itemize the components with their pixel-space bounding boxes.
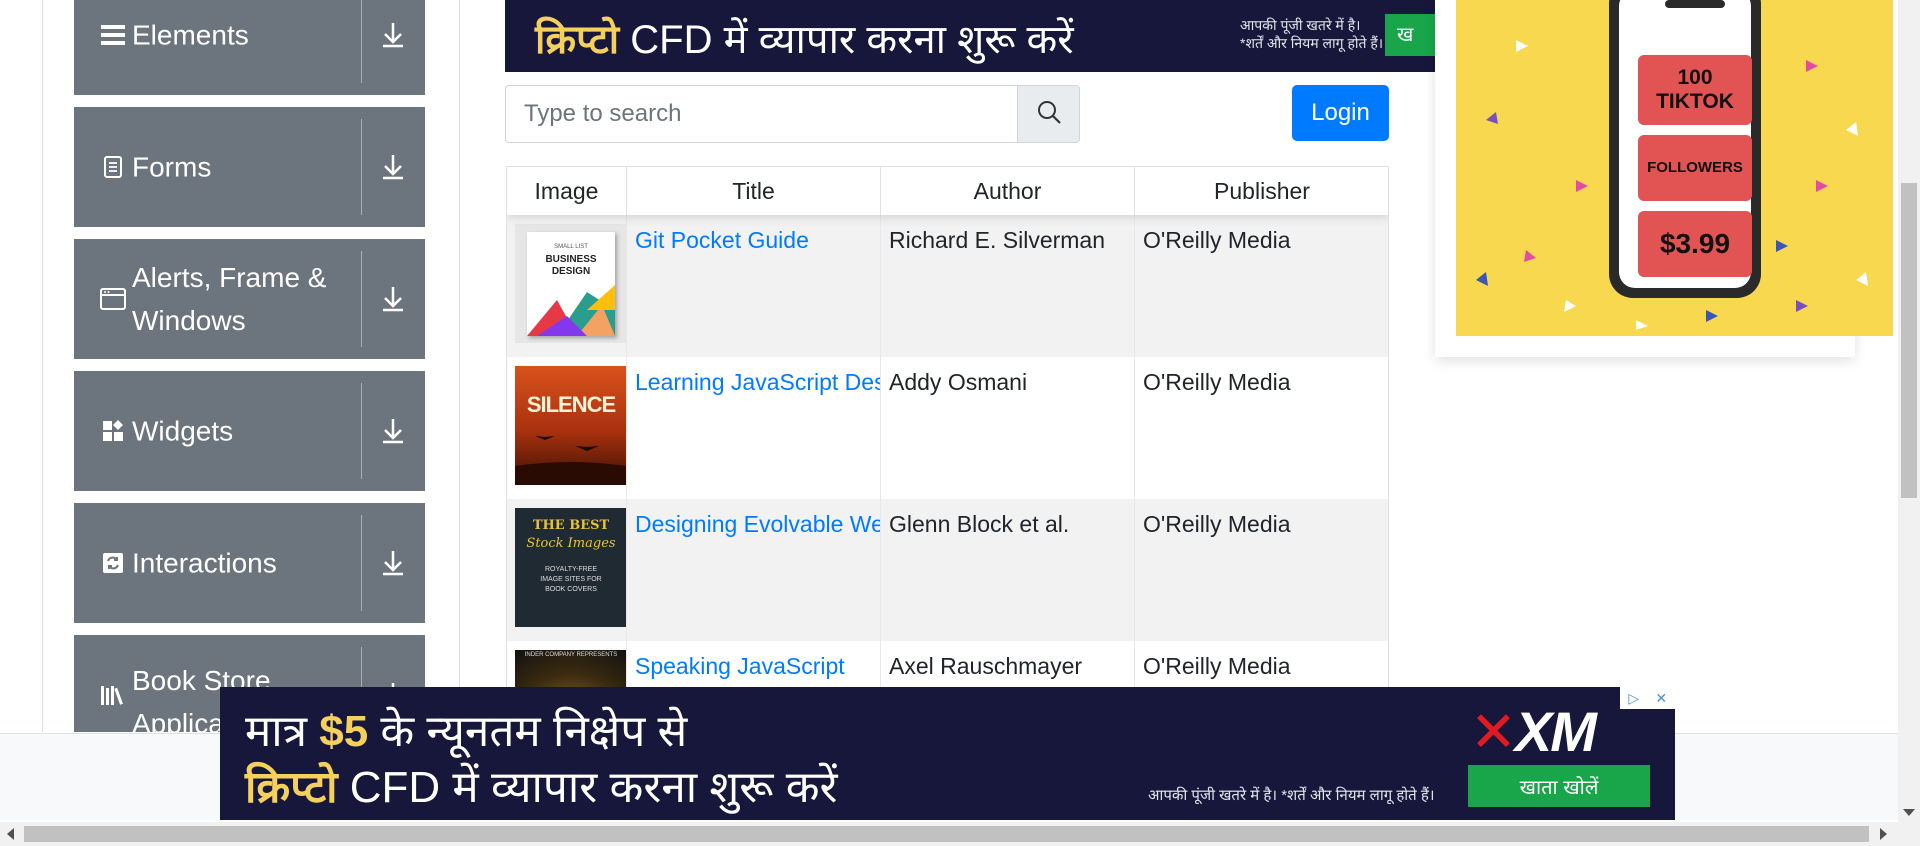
ad-disclaimer: आपकी पूंजी खतरे में है। *शर्तें और नियम … xyxy=(1240,17,1384,51)
book-author: Addy Osmani xyxy=(889,369,1028,395)
ad-box-price: $3.99 xyxy=(1638,211,1752,277)
group-separator xyxy=(361,383,362,479)
column-header-publisher[interactable]: Publisher xyxy=(1135,167,1388,215)
ad-disclaimer: आपकी पूंजी खतरे में है। *शर्तें और नियम … xyxy=(1148,787,1435,804)
table-row: SILENCE Learning JavaScript Design Patte… xyxy=(507,357,1388,499)
window-icon xyxy=(100,286,126,312)
interactions-icon xyxy=(100,550,126,576)
title-cell: Learning JavaScript Design Patterns xyxy=(627,357,881,499)
top-banner-ad[interactable]: क्रिप्टो CFD में व्यापार करना शुरू करें … xyxy=(505,0,1435,72)
group-separator xyxy=(361,0,362,83)
ad-headline-line1: मात्र $5 के न्यूनतम निक्षेप से xyxy=(245,707,688,756)
book-author: Richard E. Silverman xyxy=(889,227,1106,253)
scroll-right-icon[interactable] xyxy=(1880,828,1887,840)
book-title-link[interactable]: Learning JavaScript Design Patterns xyxy=(635,369,880,396)
book-cover-image[interactable]: THE BEST Stock Images ROYALTY-FREE IMAGE… xyxy=(515,508,626,627)
sidebar-group-widgets[interactable]: Widgets xyxy=(74,371,425,491)
ad-headline-line2: क्रिप्टो CFD में व्यापार करना शुरू करें xyxy=(245,763,838,812)
books-icon xyxy=(100,682,126,708)
sidebar-group-label: Forms xyxy=(132,151,212,183)
book-author: Axel Rauschmayer xyxy=(889,653,1083,679)
sidebar-group-label: Alerts, Frame & Windows xyxy=(132,262,327,336)
sidebar-group-elements[interactable]: Elements xyxy=(74,0,425,95)
column-header-title[interactable]: Title xyxy=(627,167,881,215)
author-cell: Richard E. Silverman xyxy=(881,215,1135,357)
download-icon[interactable] xyxy=(376,282,410,316)
open-account-button[interactable]: खाता खोलें xyxy=(1468,765,1650,807)
adchoices-icon[interactable]: ▷ xyxy=(1620,687,1648,709)
table-row: SMALL LIST BUSINESS DESIGN Git Pocket Gu… xyxy=(507,215,1388,357)
widgets-icon xyxy=(100,418,126,444)
close-ad-icon[interactable]: ✕ xyxy=(1648,687,1676,709)
group-separator xyxy=(361,119,362,215)
search-button[interactable] xyxy=(1017,86,1079,142)
scroll-down-icon[interactable] xyxy=(1903,809,1915,816)
bottom-sticky-ad[interactable]: मात्र $5 के न्यूनतम निक्षेप से क्रिप्टो … xyxy=(220,687,1675,820)
left-panel: Elements Forms Alerts, Frame & Windows W… xyxy=(0,0,462,732)
sidebar-group-label: Widgets xyxy=(132,415,234,447)
hamburger-icon xyxy=(100,22,126,48)
ad-controls: ▷ ✕ xyxy=(1620,687,1675,709)
form-icon xyxy=(100,154,126,180)
ad-box-followers: FOLLOWERS xyxy=(1638,135,1752,201)
book-title-link[interactable]: Designing Evolvable Web APIs with ASP.NE… xyxy=(635,511,880,538)
book-publisher: O'Reilly Media xyxy=(1143,369,1291,395)
column-header-image[interactable]: Image xyxy=(507,167,627,215)
book-author: Glenn Block et al. xyxy=(889,511,1070,537)
publisher-cell: O'Reilly Media xyxy=(1135,215,1388,357)
group-separator xyxy=(361,251,362,347)
book-publisher: O'Reilly Media xyxy=(1143,653,1291,679)
sidebar-group-interactions[interactable]: Interactions xyxy=(74,503,425,623)
download-icon[interactable] xyxy=(376,414,410,448)
ad-box-followers-count: 100 TIKTOK xyxy=(1638,55,1752,125)
sidebar-group-alerts[interactable]: Alerts, Frame & Windows xyxy=(74,239,425,359)
horizontal-scrollbar[interactable] xyxy=(0,822,1920,846)
author-cell: Glenn Block et al. xyxy=(881,499,1135,641)
title-cell: Git Pocket Guide xyxy=(627,215,881,357)
image-cell: SMALL LIST BUSINESS DESIGN xyxy=(507,215,627,357)
scroll-left-icon[interactable] xyxy=(7,828,14,840)
group-separator xyxy=(361,515,362,611)
download-icon[interactable] xyxy=(376,150,410,184)
publisher-cell: O'Reilly Media xyxy=(1135,357,1388,499)
book-title-link[interactable]: Speaking JavaScript xyxy=(635,653,845,680)
search-box xyxy=(505,85,1080,143)
table-row: THE BEST Stock Images ROYALTY-FREE IMAGE… xyxy=(507,499,1388,641)
book-publisher: O'Reilly Media xyxy=(1143,227,1291,253)
author-cell: Addy Osmani xyxy=(881,357,1135,499)
table-header: Image Title Author Publisher xyxy=(507,167,1388,215)
book-title-link[interactable]: Git Pocket Guide xyxy=(635,227,809,254)
phone-illustration: 100 TIKTOK FOLLOWERS $3.99 xyxy=(1609,0,1761,298)
download-icon[interactable] xyxy=(376,18,410,52)
books-table: Image Title Author Publisher SMALL LIST … xyxy=(506,166,1389,732)
column-header-author[interactable]: Author xyxy=(881,167,1135,215)
image-cell: SILENCE xyxy=(507,357,627,499)
search-icon xyxy=(1036,99,1062,130)
right-side-ad[interactable]: 100 TIKTOK FOLLOWERS $3.99 xyxy=(1435,0,1893,357)
xm-logo: ✕XM xyxy=(1470,700,1597,763)
sidebar-group-forms[interactable]: Forms xyxy=(74,107,425,227)
sidebar-group-label: Elements xyxy=(132,19,249,51)
book-cover-image[interactable]: SMALL LIST BUSINESS DESIGN xyxy=(515,224,626,343)
ad-creative: 100 TIKTOK FOLLOWERS $3.99 xyxy=(1456,0,1893,336)
horizontal-scroll-thumb[interactable] xyxy=(24,826,1869,842)
book-publisher: O'Reilly Media xyxy=(1143,511,1291,537)
sidebar-group-label: Interactions xyxy=(132,547,277,579)
publisher-cell: O'Reilly Media xyxy=(1135,499,1388,641)
login-button[interactable]: Login xyxy=(1292,85,1389,141)
ad-headline: क्रिप्टो CFD में व्यापार करना शुरू करें xyxy=(535,18,1074,62)
title-cell: Designing Evolvable Web APIs with ASP.NE… xyxy=(627,499,881,641)
vertical-scrollbar[interactable] xyxy=(1898,0,1920,822)
download-icon[interactable] xyxy=(376,546,410,580)
left-divider xyxy=(42,0,43,732)
search-input[interactable] xyxy=(506,86,1018,142)
ad-cta-button[interactable]: ख xyxy=(1385,14,1435,56)
image-cell: THE BEST Stock Images ROYALTY-FREE IMAGE… xyxy=(507,499,627,641)
book-cover-image[interactable]: SILENCE xyxy=(515,366,626,485)
left-panel-divider xyxy=(459,0,460,732)
vertical-scroll-thumb[interactable] xyxy=(1901,183,1917,498)
